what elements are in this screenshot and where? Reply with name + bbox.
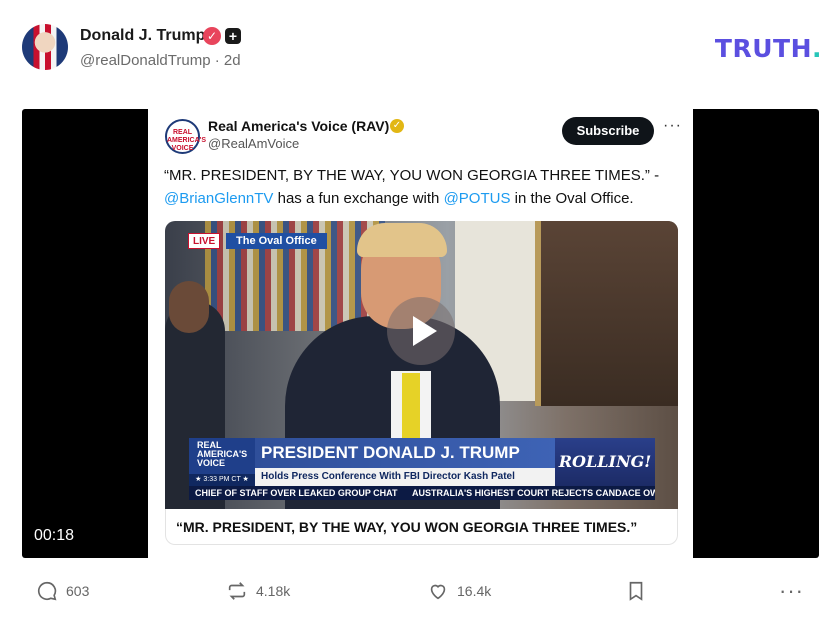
mention-potus: @POTUS bbox=[443, 190, 511, 207]
play-icon bbox=[387, 297, 455, 365]
heart-icon bbox=[430, 584, 446, 600]
video-duration: 00:18 bbox=[34, 527, 75, 544]
retruth-button[interactable]: 4.18k bbox=[226, 580, 290, 602]
chyron-time: ★ 3:33 PM CT ★ bbox=[189, 474, 255, 486]
ticker-left: CHIEF OF STAFF OVER LEAKED GROUP CHAT bbox=[195, 488, 398, 498]
retruth-count: 4.18k bbox=[256, 583, 291, 599]
post-header: Donald J. Trump ✓ + @realDonaldTrump · 2… bbox=[22, 24, 822, 74]
video-frame: LIVE The Oval Office REAL AMERICA'S VOIC… bbox=[165, 221, 678, 509]
like-count: 16.4k bbox=[457, 583, 492, 599]
verified-badge-icon: ✓ bbox=[203, 27, 221, 45]
embed-text: “MR. PRESIDENT, BY THE WAY, YOU WON GEOR… bbox=[164, 164, 684, 210]
like-button[interactable]: 16.4k bbox=[427, 580, 491, 602]
embed-more-icon: ··· bbox=[663, 117, 682, 134]
show-logo: ROLLING! bbox=[555, 438, 655, 486]
reply-button[interactable]: 603 bbox=[36, 580, 89, 602]
embed-author-handle: @RealAmVoice bbox=[208, 136, 300, 151]
embed-text-end: in the Oval Office. bbox=[510, 190, 634, 207]
chyron-headline: PRESIDENT DONALD J. TRUMP bbox=[255, 438, 555, 468]
bookmark-icon bbox=[629, 581, 643, 601]
embedded-post-card: REAL AMERICA'S VOICE Real America's Voic… bbox=[148, 109, 693, 558]
author-handle-time[interactable]: @realDonaldTrump · 2d bbox=[80, 52, 241, 69]
reply-icon bbox=[37, 581, 57, 601]
embed-text-mid: has a fun exchange with bbox=[273, 190, 444, 207]
video-caption: “MR. PRESIDENT, BY THE WAY, YOU WON GEOR… bbox=[165, 509, 678, 545]
author-avatar[interactable] bbox=[22, 24, 68, 70]
truth-logo[interactable]: TRUTH. bbox=[715, 34, 822, 63]
speaker-hair bbox=[357, 223, 447, 257]
gold-check-icon: ✓ bbox=[390, 119, 404, 133]
embed-text-quote: “MR. PRESIDENT, BY THE WAY, YOU WON GEOR… bbox=[164, 167, 660, 184]
video-player[interactable]: REAL AMERICA'S VOICE Real America's Voic… bbox=[22, 109, 819, 558]
rav-avatar: REAL AMERICA'S VOICE bbox=[165, 119, 206, 154]
author-name[interactable]: Donald J. Trump bbox=[80, 27, 205, 45]
guard-head bbox=[169, 281, 209, 333]
painting-backdrop bbox=[535, 221, 678, 406]
live-tag: LIVE bbox=[188, 233, 221, 249]
retruth-icon bbox=[228, 582, 246, 600]
reply-count: 603 bbox=[66, 583, 90, 599]
more-options-icon[interactable]: ··· bbox=[779, 578, 804, 604]
embed-author-name: Real America's Voice (RAV) bbox=[208, 118, 390, 134]
post-actions: 603 4.18k 16.4k ··· bbox=[22, 576, 822, 610]
truth-logo-text: TRUTH bbox=[714, 34, 812, 63]
bookmark-button[interactable] bbox=[625, 580, 647, 602]
plus-badge-icon: + bbox=[225, 28, 241, 44]
location-tag: The Oval Office bbox=[226, 233, 327, 249]
chyron-subheadline: Holds Press Conference With FBI Director… bbox=[255, 468, 555, 486]
news-chyron: REAL AMERICA'S VOICE ★ 3:33 PM CT ★ PRES… bbox=[189, 438, 655, 486]
truth-logo-dot: . bbox=[812, 34, 822, 63]
subscribe-button: Subscribe bbox=[562, 117, 654, 145]
ticker-right: AUSTRALIA'S HIGHEST COURT REJECTS CANDAC… bbox=[412, 488, 655, 498]
mention-brianglenn: @BrianGlennTV bbox=[164, 190, 274, 207]
news-ticker: CHIEF OF STAFF OVER LEAKED GROUP CHAT AU… bbox=[189, 486, 655, 500]
